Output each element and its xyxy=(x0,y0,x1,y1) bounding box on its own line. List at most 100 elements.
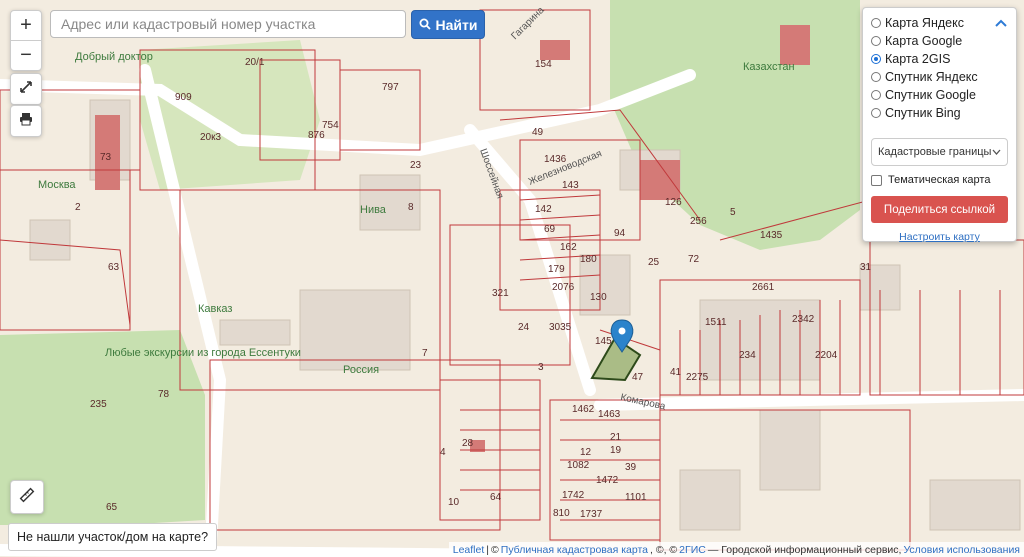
parcel-number: 41 xyxy=(670,367,682,378)
parcel-number: 797 xyxy=(382,82,399,93)
layer-option-label: Карта 2GIS xyxy=(885,52,951,66)
parcel-number: 49 xyxy=(532,127,544,138)
parcel-number: 1511 xyxy=(705,317,727,328)
parcel-number: 2275 xyxy=(686,372,709,383)
parcel-number: 10 xyxy=(448,497,460,508)
place-label: Казахстан xyxy=(743,61,795,73)
parcel-number: 1082 xyxy=(567,460,590,471)
parcel-number: 142 xyxy=(535,204,552,215)
thematic-map-toggle[interactable]: Тематическая карта xyxy=(871,174,1008,186)
attribution-gis-desc: — Городской информационный сервис, xyxy=(707,543,902,556)
layer-option-label: Карта Яндекс xyxy=(885,16,964,30)
layer-option[interactable]: Спутник Bing xyxy=(871,104,1008,122)
parcel-number: 235 xyxy=(90,399,107,410)
place-label: Кавказ xyxy=(198,303,232,315)
parcel-number: 754 xyxy=(322,120,339,131)
parcel-number: 73 xyxy=(100,152,112,163)
layer-radio[interactable] xyxy=(871,108,881,118)
measure-button[interactable] xyxy=(10,480,44,514)
layer-radio[interactable] xyxy=(871,18,881,28)
configure-map-link[interactable]: Настроить карту xyxy=(871,231,1008,243)
printer-icon xyxy=(19,112,33,131)
collapse-icon[interactable] xyxy=(995,15,1007,30)
parcel-number: 3 xyxy=(538,362,544,373)
zoom-out-button[interactable]: − xyxy=(11,40,41,70)
search-button[interactable]: Найти xyxy=(411,10,485,39)
layer-option[interactable]: Карта Google xyxy=(871,32,1008,50)
layer-option-label: Спутник Bing xyxy=(885,106,961,120)
parcel-number: 19 xyxy=(610,445,622,456)
parcel-number: 1436 xyxy=(544,154,567,165)
search-button-label: Найти xyxy=(435,16,478,33)
fullscreen-icon xyxy=(19,80,33,99)
parcel-number: 143 xyxy=(562,180,579,191)
parcel-number: 2 xyxy=(75,202,81,213)
layer-option-label: Карта Google xyxy=(885,34,963,48)
parcel-number: 25 xyxy=(648,257,660,268)
layer-radio[interactable] xyxy=(871,54,881,64)
parcel-number: 909 xyxy=(175,92,192,103)
parcel-number: 8 xyxy=(408,202,414,213)
layer-radio[interactable] xyxy=(871,90,881,100)
layer-option-label: Спутник Яндекс xyxy=(885,70,978,84)
parcel-number: 23 xyxy=(410,160,422,171)
parcel-number: 64 xyxy=(490,492,502,503)
zoom-control: + − xyxy=(10,10,42,71)
parcel-number: 94 xyxy=(614,228,626,239)
thematic-checkbox[interactable] xyxy=(871,174,882,186)
parcel-number: 876 xyxy=(308,130,325,141)
overlay-select-value: Кадастровые границы xyxy=(878,146,992,158)
parcel-number: 47 xyxy=(632,372,644,383)
parcel-number: 4 xyxy=(440,447,446,458)
layer-option[interactable]: Карта Яндекс xyxy=(871,14,1008,32)
parcel-number: 154 xyxy=(535,59,552,70)
place-label: Любые экскурсии из города Ессентуки xyxy=(105,347,301,359)
parcel-number: 2076 xyxy=(552,282,575,293)
ruler-icon xyxy=(19,487,35,508)
attribution-copy: © xyxy=(491,543,499,556)
fullscreen-button[interactable] xyxy=(10,73,42,105)
layer-option[interactable]: Спутник Google xyxy=(871,86,1008,104)
zoom-in-button[interactable]: + xyxy=(11,11,41,40)
parcel-number: 810 xyxy=(553,508,570,519)
parcel-number: 256 xyxy=(690,216,707,227)
thematic-label: Тематическая карта xyxy=(888,174,991,186)
layer-option-label: Спутник Google xyxy=(885,88,976,102)
leaflet-link[interactable]: Leaflet xyxy=(453,544,485,556)
parcel-number: 5 xyxy=(730,207,736,218)
parcel-number: 2204 xyxy=(815,350,838,361)
layer-panel: Карта Яндекс Карта Google Карта 2GIS Спутни… xyxy=(862,7,1017,243)
pkk-link[interactable]: Публичная кадастровая карта xyxy=(501,544,648,556)
search-input[interactable] xyxy=(50,10,406,38)
overlay-select[interactable]: Кадастровые границы xyxy=(871,138,1008,166)
parcel-number: 1463 xyxy=(598,409,621,420)
layer-option[interactable]: Спутник Яндекс xyxy=(871,68,1008,86)
layer-radio[interactable] xyxy=(871,36,881,46)
attribution-copy2: , ©, © xyxy=(650,543,678,556)
layer-option[interactable]: Карта 2GIS xyxy=(871,50,1008,68)
parcel-number: 20/1 xyxy=(245,57,265,68)
attribution-sep: | xyxy=(486,543,490,556)
parcel-number: 130 xyxy=(590,292,607,303)
parcel-number: 145 xyxy=(595,336,612,347)
search-icon xyxy=(419,17,431,33)
place-label: Нива xyxy=(360,204,387,216)
2gis-link[interactable]: 2ГИС xyxy=(679,544,706,556)
parcel-number: 180 xyxy=(580,254,597,265)
parcel-number: 7 xyxy=(422,348,428,359)
parcel-number: 1435 xyxy=(760,230,783,241)
share-link-button[interactable]: Поделиться ссылкой xyxy=(871,196,1008,223)
not-found-button[interactable]: Не нашли участок/дом на карте? xyxy=(8,523,218,551)
layer-radio[interactable] xyxy=(871,72,881,82)
parcel-number: 21 xyxy=(610,432,622,443)
terms-link[interactable]: Условия использования xyxy=(903,544,1020,556)
print-button[interactable] xyxy=(10,105,42,137)
parcel-number: 65 xyxy=(106,502,118,513)
parcel-number: 179 xyxy=(548,264,565,275)
parcel-number: 24 xyxy=(518,322,530,333)
parcel-number: 28 xyxy=(462,438,474,449)
place-label: Россия xyxy=(343,364,379,376)
parcel-number: 1737 xyxy=(580,509,603,520)
parcel-number: 321 xyxy=(492,288,509,299)
place-label: Москва xyxy=(38,179,76,191)
